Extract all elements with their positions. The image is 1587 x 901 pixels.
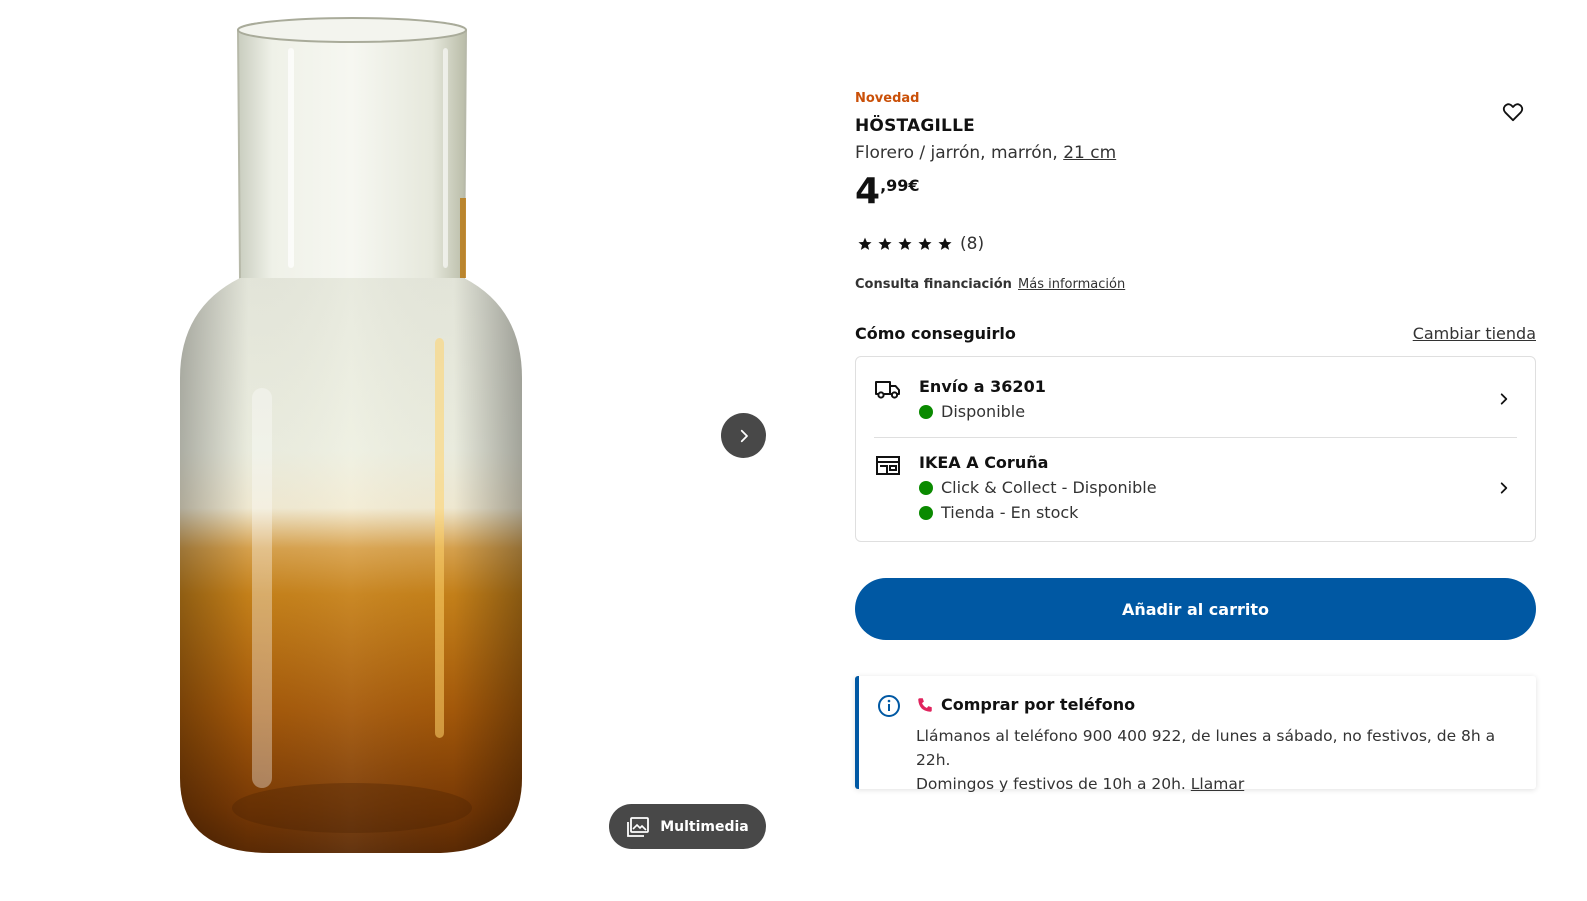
- delivery-row[interactable]: Envío a 36201 Disponible: [856, 357, 1535, 438]
- financing-label: Consulta financiación: [855, 277, 1012, 292]
- favourite-button[interactable]: [1499, 98, 1527, 126]
- star-icon: [918, 237, 932, 250]
- rating-count[interactable]: (8): [960, 234, 984, 254]
- available-dot: [919, 404, 933, 419]
- click-collect-text: Click & Collect - Disponible: [941, 478, 1157, 497]
- click-collect-status: Click & Collect - Disponible: [919, 478, 1157, 497]
- call-link[interactable]: Llamar: [1191, 775, 1244, 793]
- new-badge: Novedad: [855, 91, 920, 106]
- product-image[interactable]: [160, 8, 550, 868]
- delivery-status: Disponible: [919, 402, 1025, 421]
- add-to-cart-button[interactable]: Añadir al carrito: [855, 578, 1536, 640]
- star-icon: [898, 237, 912, 250]
- phone-order-line1: Llámanos al teléfono 900 400 922, de lun…: [916, 727, 1496, 769]
- product-description: Florero / jarrón, marrón, 21 cm: [855, 143, 1116, 163]
- phone-order-text: Llámanos al teléfono 900 400 922, de lun…: [916, 724, 1526, 796]
- financing-info: Consulta financiación Más información: [855, 277, 1125, 292]
- size-link[interactable]: 21 cm: [1063, 143, 1116, 163]
- star-icon: [858, 237, 872, 250]
- delivery-title: Envío a 36201: [919, 377, 1046, 396]
- how-to-get-heading: Cómo conseguirlo: [855, 324, 1016, 343]
- store-title: IKEA A Coruña: [919, 453, 1049, 472]
- store-row[interactable]: IKEA A Coruña Click & Collect - Disponib…: [856, 438, 1535, 542]
- buy-module: Novedad HÖSTAGILLE Florero / jarrón, mar…: [855, 0, 1536, 901]
- gallery-icon: [627, 816, 650, 837]
- star-icon: [878, 237, 892, 250]
- info-icon: [878, 695, 900, 717]
- chevron-right-icon: [1500, 393, 1508, 405]
- price: 4 ,99€: [855, 170, 920, 214]
- chevron-right-icon: [740, 429, 748, 442]
- phone-order-title: Comprar por teléfono: [941, 695, 1136, 714]
- product-description-text: Florero / jarrón, marrón,: [855, 143, 1064, 163]
- heart-icon: [1502, 103, 1524, 122]
- price-integer: 4: [855, 171, 881, 212]
- delivery-status-text: Disponible: [941, 402, 1026, 421]
- multimedia-button[interactable]: Multimedia: [609, 804, 766, 849]
- store-icon: [876, 456, 900, 475]
- availability-box: Envío a 36201 Disponible IKEA A Coruña C…: [855, 356, 1536, 542]
- phone-order-box: Comprar por teléfono Llámanos al teléfon…: [855, 676, 1536, 793]
- available-dot: [919, 505, 933, 520]
- rating[interactable]: (8): [855, 234, 984, 254]
- multimedia-label: Multimedia: [660, 818, 749, 835]
- next-image-button[interactable]: [721, 413, 766, 458]
- in-store-text: Tienda - En stock: [941, 503, 1079, 522]
- price-decimals: ,99€: [880, 176, 920, 195]
- product-name: HÖSTAGILLE: [855, 116, 975, 136]
- available-dot: [919, 480, 933, 495]
- phone-icon: [918, 698, 932, 712]
- product-gallery: Multimedia: [0, 0, 790, 901]
- phone-order-line2: Domingos y festivos de 10h a 20h. Llamar: [916, 772, 1526, 796]
- star-icon: [938, 237, 952, 250]
- more-info-link[interactable]: Más información: [1018, 277, 1125, 292]
- truck-icon: [875, 381, 900, 399]
- chevron-right-icon: [1500, 482, 1508, 494]
- change-store-link[interactable]: Cambiar tienda: [1413, 324, 1536, 343]
- in-store-status: Tienda - En stock: [919, 503, 1078, 522]
- phone-order-line2-text: Domingos y festivos de 10h a 20h.: [916, 775, 1191, 793]
